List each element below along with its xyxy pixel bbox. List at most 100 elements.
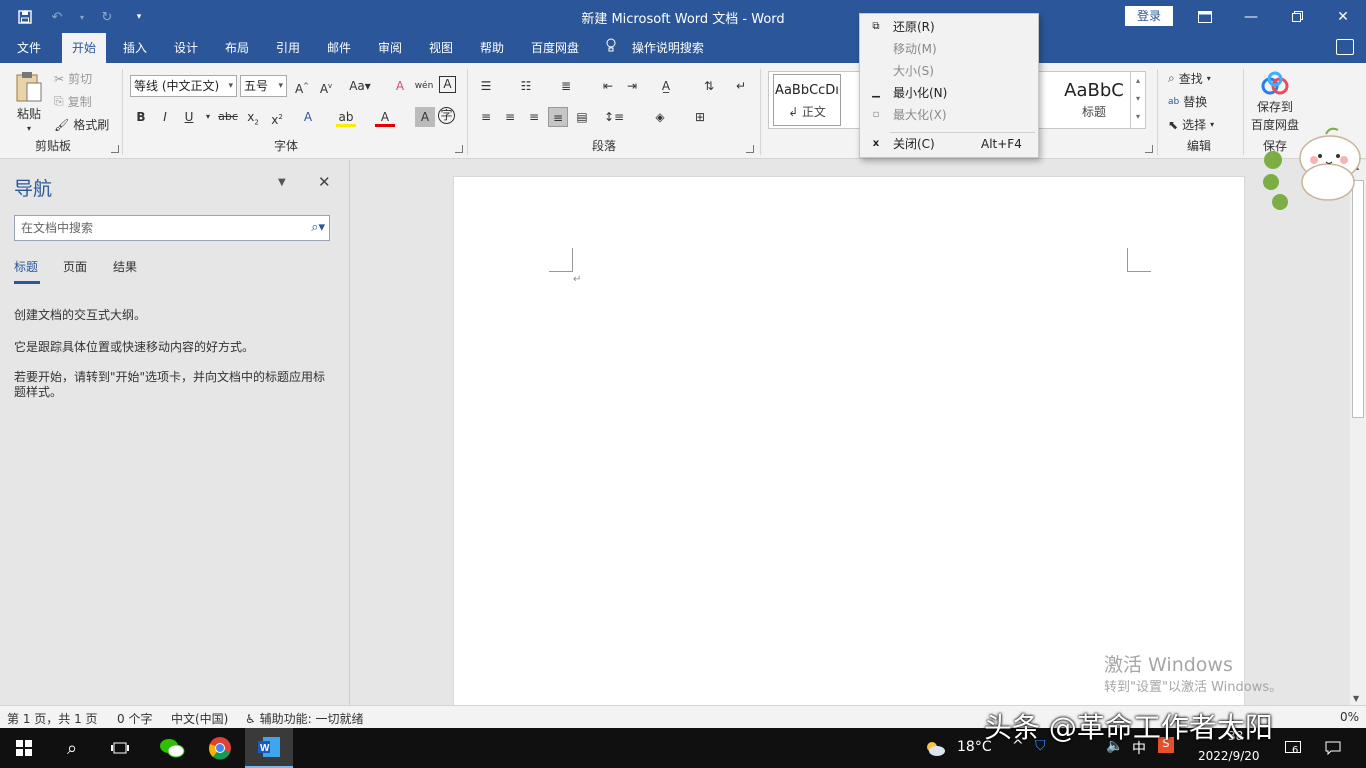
select-button[interactable]: ⬉ 选择 ▾	[1168, 116, 1214, 133]
align-left-icon[interactable]: ≡	[476, 107, 496, 127]
tab-review[interactable]: 审阅	[368, 33, 412, 63]
windows-start-icon[interactable]	[0, 728, 48, 768]
login-button[interactable]: 登录	[1125, 6, 1173, 26]
tell-me-search[interactable]: 操作说明搜索	[600, 33, 714, 63]
strikethrough-icon[interactable]: abc	[218, 107, 238, 127]
gallery-scroll[interactable]: ▴ ▾ ▾	[1130, 72, 1145, 128]
vertical-scrollbar[interactable]: ▲ ▼	[1350, 160, 1366, 705]
font-color-icon[interactable]: A	[375, 107, 395, 127]
paragraph-launcher-icon[interactable]	[746, 145, 754, 153]
tab-mailings[interactable]: 邮件	[317, 33, 361, 63]
minimize-icon[interactable]: —	[1228, 0, 1274, 33]
distributed-icon[interactable]: ▤	[572, 107, 592, 127]
menu-item-maximize[interactable]: ▫ 最大化(X)	[860, 104, 1038, 126]
clear-formatting-icon[interactable]: A	[390, 76, 410, 96]
menu-item-size[interactable]: 大小(S)	[860, 60, 1038, 82]
comments-icon[interactable]	[1336, 39, 1354, 55]
styles-launcher-icon[interactable]	[1145, 145, 1153, 153]
tab-baidu-netdisk[interactable]: 百度网盘	[521, 33, 589, 63]
tab-design[interactable]: 设计	[164, 33, 208, 63]
change-case-icon[interactable]: Aa▾	[345, 76, 375, 96]
justify-icon[interactable]: ≡	[548, 107, 568, 127]
close-icon[interactable]: ✕	[318, 173, 331, 191]
bullets-icon[interactable]: ☰	[476, 76, 496, 96]
sort-icon[interactable]: ⇅	[699, 76, 719, 96]
navigation-pane: 导航 ▼ ✕ 在文档中搜索 ⌕▾ 标题 页面 结果 创建文档的交互式大纲。 它是…	[0, 160, 350, 705]
subscript-icon[interactable]: x2	[243, 107, 263, 127]
find-button[interactable]: ⌕ 查找 ▾	[1168, 70, 1211, 87]
word-taskbar-icon[interactable]: W	[245, 728, 293, 768]
borders-icon[interactable]: ⊞	[690, 107, 710, 127]
superscript-icon[interactable]: x2	[267, 107, 287, 127]
replace-button[interactable]: ab 替换	[1168, 93, 1207, 110]
menu-item-move[interactable]: 移动(M)	[860, 38, 1038, 60]
tab-file[interactable]: 文件	[7, 33, 51, 63]
status-language[interactable]: 中文(中国)	[171, 710, 228, 727]
numbering-icon[interactable]: ☷	[516, 76, 536, 96]
highlight-icon[interactable]: ab	[336, 107, 356, 127]
wechat-icon[interactable]	[148, 728, 196, 768]
multilevel-list-icon[interactable]: ≣	[556, 76, 576, 96]
restore-icon[interactable]	[1274, 0, 1320, 33]
shading-icon[interactable]: ◈	[650, 107, 670, 127]
scroll-down-icon[interactable]: ▼	[1353, 694, 1359, 703]
tab-references[interactable]: 引用	[266, 33, 310, 63]
font-launcher-icon[interactable]	[455, 145, 463, 153]
document-page[interactable]: ↵	[453, 176, 1245, 716]
tab-home[interactable]: 开始	[62, 33, 107, 63]
character-border-icon[interactable]: A	[439, 76, 456, 93]
clock-date[interactable]: 2022/9/20	[1198, 749, 1260, 763]
chrome-icon[interactable]	[196, 728, 244, 768]
ribbon-display-options-icon[interactable]	[1182, 0, 1228, 33]
enclose-characters-icon[interactable]: 字	[438, 107, 455, 124]
italic-icon[interactable]: I	[155, 107, 175, 127]
zoom-level[interactable]: 0%	[1340, 710, 1359, 724]
increase-indent-icon[interactable]: ⇥	[622, 76, 642, 96]
menu-item-restore[interactable]: ⧉ 还原(R)	[860, 16, 1038, 38]
tab-layout[interactable]: 布局	[215, 33, 259, 63]
style-normal[interactable]: AaBbCcDı ↲ 正文	[773, 74, 841, 126]
clipboard-launcher-icon[interactable]	[111, 145, 119, 153]
font-size-select[interactable]: 五号 ▾	[240, 75, 287, 97]
status-page[interactable]: 第 1 页，共 1 页	[7, 710, 98, 727]
copy-button[interactable]: ⎘ 复制	[54, 93, 92, 110]
task-view-icon[interactable]	[96, 728, 144, 768]
action-center-icon[interactable]	[1318, 728, 1348, 768]
nav-tab-headings[interactable]: 标题	[14, 258, 38, 275]
menu-item-close[interactable]: x 关闭(C) Alt+F4	[860, 133, 1038, 155]
cut-button[interactable]: ✂ 剪切	[54, 70, 92, 87]
chinese-layout-icon[interactable]: A̲	[656, 76, 676, 96]
weather-icon[interactable]	[920, 728, 950, 768]
search-icon[interactable]: ⌕▾	[311, 216, 325, 240]
menu-item-minimize[interactable]: ▁ 最小化(N)	[860, 82, 1038, 104]
show-formatting-marks-icon[interactable]: ↵	[731, 76, 751, 96]
phonetic-guide-icon[interactable]: wén	[414, 76, 434, 96]
bold-icon[interactable]: B	[131, 107, 151, 127]
accessibility-status[interactable]: ♿ 辅助功能: 一切就绪	[245, 710, 363, 727]
text-effects-icon[interactable]: A	[298, 107, 318, 127]
grow-font-icon[interactable]: A^	[292, 76, 312, 96]
replace-label: 替换	[1183, 95, 1208, 109]
search-icon[interactable]: ⌕	[48, 728, 96, 768]
nav-tab-pages[interactable]: 页面	[63, 258, 87, 275]
tab-view[interactable]: 视图	[419, 33, 463, 63]
font-name-select[interactable]: 等线 (中文正文) ▾	[130, 75, 237, 97]
tab-help[interactable]: 帮助	[470, 33, 514, 63]
nav-search-input[interactable]: 在文档中搜索 ⌕▾	[14, 215, 330, 241]
underline-icon[interactable]: U	[179, 107, 199, 127]
nav-tab-results[interactable]: 结果	[113, 258, 137, 275]
align-right-icon[interactable]: ≡	[524, 107, 544, 127]
status-word-count[interactable]: 0 个字	[117, 710, 152, 727]
shrink-font-icon[interactable]: Av	[316, 76, 336, 96]
close-icon[interactable]: ✕	[1320, 0, 1366, 33]
paste-button[interactable]: 粘贴 ▾	[14, 71, 44, 133]
style-heading[interactable]: AaBbC 标题	[1059, 74, 1129, 126]
align-center-icon[interactable]: ≡	[500, 107, 520, 127]
tab-insert[interactable]: 插入	[113, 33, 157, 63]
character-shading-icon[interactable]: A	[415, 107, 435, 127]
decrease-indent-icon[interactable]: ⇤	[598, 76, 618, 96]
format-painter-button[interactable]: 🖌 格式刷	[54, 116, 109, 133]
line-spacing-icon[interactable]: ↕≡	[604, 107, 624, 127]
underline-dropdown-icon[interactable]: ▾	[198, 107, 218, 127]
nav-options-icon[interactable]: ▼	[278, 177, 286, 188]
